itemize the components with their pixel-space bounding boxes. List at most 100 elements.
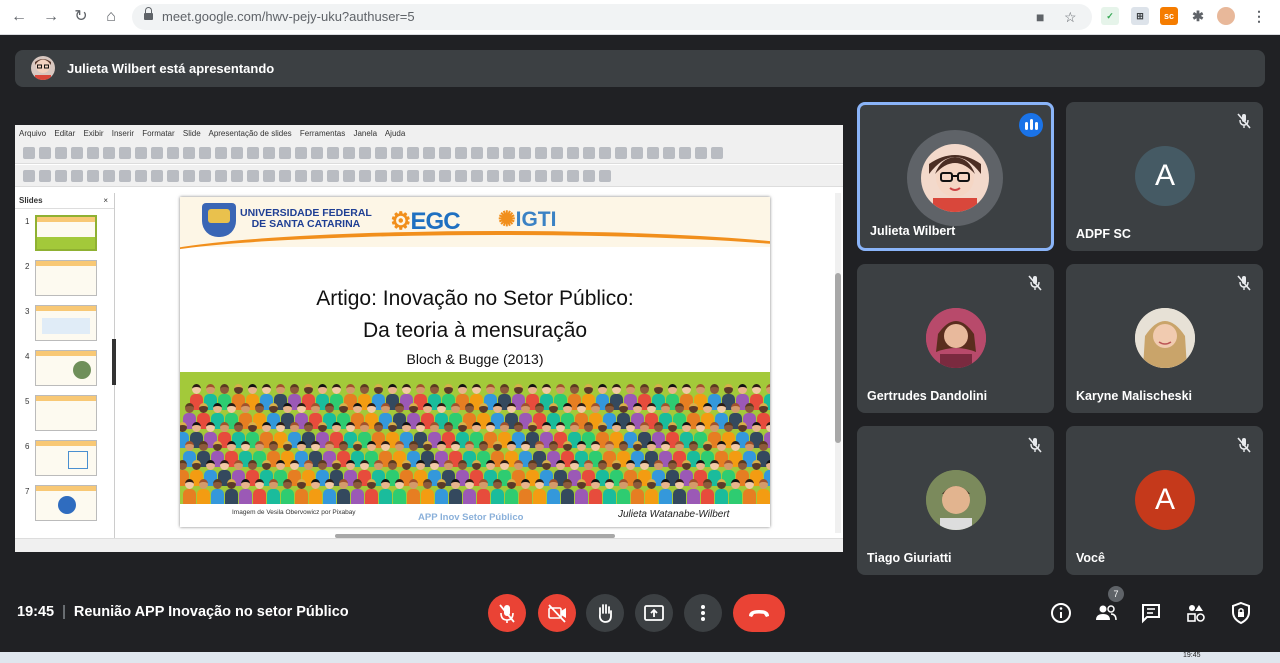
toolbar-button-icon[interactable] bbox=[631, 147, 643, 159]
bookmark-star-icon[interactable]: ☆ bbox=[1064, 9, 1077, 26]
toolbar-button-icon[interactable] bbox=[279, 170, 291, 182]
toolbar-button-icon[interactable] bbox=[103, 147, 115, 159]
participant-tile-adpf[interactable]: A ADPF SC bbox=[1066, 102, 1263, 251]
toolbar-button-icon[interactable] bbox=[359, 147, 371, 159]
toolbar-button-icon[interactable] bbox=[599, 147, 611, 159]
toolbar-button-icon[interactable] bbox=[39, 170, 51, 182]
toolbar-button-icon[interactable] bbox=[295, 170, 307, 182]
toolbar-button-icon[interactable] bbox=[247, 147, 259, 159]
toolbar-button-icon[interactable] bbox=[327, 170, 339, 182]
toolbar-button-icon[interactable] bbox=[55, 170, 67, 182]
toolbar-button-icon[interactable] bbox=[183, 170, 195, 182]
toolbar-button-icon[interactable] bbox=[455, 147, 467, 159]
forward-icon[interactable]: → bbox=[40, 6, 62, 28]
toolbar-button-icon[interactable] bbox=[423, 170, 435, 182]
participant-tile-voce[interactable]: A Você bbox=[1066, 426, 1263, 575]
toolbar-button-icon[interactable] bbox=[183, 147, 195, 159]
toolbar-button-icon[interactable] bbox=[663, 147, 675, 159]
extension-icon-1[interactable]: ✓ bbox=[1101, 7, 1119, 25]
raise-hand-button[interactable] bbox=[586, 594, 624, 632]
toolbar-button-icon[interactable] bbox=[695, 147, 707, 159]
toolbar-button-icon[interactable] bbox=[343, 147, 355, 159]
camera-toggle-button[interactable] bbox=[538, 594, 576, 632]
toolbar-button-icon[interactable] bbox=[231, 147, 243, 159]
toolbar-button-icon[interactable] bbox=[327, 147, 339, 159]
camera-icon[interactable]: ■ bbox=[1036, 9, 1044, 25]
toolbar-button-icon[interactable] bbox=[487, 147, 499, 159]
toolbar-button-icon[interactable] bbox=[135, 147, 147, 159]
toolbar-button-icon[interactable] bbox=[391, 147, 403, 159]
toolbar-button-icon[interactable] bbox=[599, 170, 611, 182]
toolbar-button-icon[interactable] bbox=[263, 170, 275, 182]
reload-icon[interactable]: ↻ bbox=[70, 6, 92, 28]
toolbar-button-icon[interactable] bbox=[615, 147, 627, 159]
toolbar-button-icon[interactable] bbox=[583, 170, 595, 182]
leave-call-button[interactable] bbox=[733, 594, 785, 632]
toolbar-button-icon[interactable] bbox=[119, 170, 131, 182]
toolbar-button-icon[interactable] bbox=[87, 147, 99, 159]
profile-avatar[interactable] bbox=[1217, 7, 1235, 25]
participant-tile-karyne[interactable]: Karyne Malischeski bbox=[1066, 264, 1263, 413]
toolbar-button-icon[interactable] bbox=[519, 147, 531, 159]
toolbar-button-icon[interactable] bbox=[375, 147, 387, 159]
kebab-menu-icon[interactable]: ⋮ bbox=[1250, 7, 1268, 25]
toolbar-button-icon[interactable] bbox=[167, 170, 179, 182]
host-controls-icon[interactable] bbox=[1229, 601, 1253, 625]
toolbar-button-icon[interactable] bbox=[263, 147, 275, 159]
toolbar-button-icon[interactable] bbox=[199, 147, 211, 159]
toolbar-button-icon[interactable] bbox=[567, 170, 579, 182]
back-icon[interactable]: ← bbox=[8, 6, 30, 28]
present-screen-button[interactable] bbox=[635, 594, 673, 632]
toolbar-button-icon[interactable] bbox=[119, 147, 131, 159]
more-options-button[interactable] bbox=[684, 594, 722, 632]
toolbar-button-icon[interactable] bbox=[151, 147, 163, 159]
toolbar-button-icon[interactable] bbox=[647, 147, 659, 159]
info-icon[interactable] bbox=[1049, 601, 1073, 625]
toolbar-button-icon[interactable] bbox=[455, 170, 467, 182]
toolbar-button-icon[interactable] bbox=[551, 170, 563, 182]
participant-tile-gertrudes[interactable]: Gertrudes Dandolini bbox=[857, 264, 1054, 413]
toolbar-button-icon[interactable] bbox=[71, 170, 83, 182]
toolbar-button-icon[interactable] bbox=[487, 170, 499, 182]
toolbar-button-icon[interactable] bbox=[39, 147, 51, 159]
toolbar-button-icon[interactable] bbox=[135, 170, 147, 182]
toolbar-button-icon[interactable] bbox=[215, 170, 227, 182]
toolbar-button-icon[interactable] bbox=[279, 147, 291, 159]
toolbar-button-icon[interactable] bbox=[423, 147, 435, 159]
toolbar-button-icon[interactable] bbox=[247, 170, 259, 182]
toolbar-button-icon[interactable] bbox=[87, 170, 99, 182]
toolbar-button-icon[interactable] bbox=[231, 170, 243, 182]
toolbar-button-icon[interactable] bbox=[103, 170, 115, 182]
toolbar-button-icon[interactable] bbox=[375, 170, 387, 182]
address-bar[interactable]: meet.google.com/hwv-pejy-uku?authuser=5 … bbox=[132, 4, 1092, 30]
toolbar-button-icon[interactable] bbox=[295, 147, 307, 159]
toolbar-button-icon[interactable] bbox=[711, 147, 723, 159]
toolbar-button-icon[interactable] bbox=[167, 147, 179, 159]
toolbar-button-icon[interactable] bbox=[503, 170, 515, 182]
chat-icon[interactable] bbox=[1139, 601, 1163, 625]
toolbar-button-icon[interactable] bbox=[439, 170, 451, 182]
toolbar-button-icon[interactable] bbox=[343, 170, 355, 182]
toolbar-button-icon[interactable] bbox=[311, 147, 323, 159]
toolbar-button-icon[interactable] bbox=[311, 170, 323, 182]
toolbar-button-icon[interactable] bbox=[151, 170, 163, 182]
toolbar-button-icon[interactable] bbox=[503, 147, 515, 159]
toolbar-button-icon[interactable] bbox=[551, 147, 563, 159]
toolbar-button-icon[interactable] bbox=[567, 147, 579, 159]
toolbar-button-icon[interactable] bbox=[407, 170, 419, 182]
toolbar-button-icon[interactable] bbox=[439, 147, 451, 159]
toolbar-button-icon[interactable] bbox=[583, 147, 595, 159]
toolbar-button-icon[interactable] bbox=[471, 170, 483, 182]
extension-icon-3[interactable]: sc bbox=[1160, 7, 1178, 25]
toolbar-button-icon[interactable] bbox=[391, 170, 403, 182]
home-icon[interactable]: ⌂ bbox=[100, 6, 122, 28]
toolbar-button-icon[interactable] bbox=[215, 147, 227, 159]
mic-toggle-button[interactable] bbox=[488, 594, 526, 632]
toolbar-button-icon[interactable] bbox=[471, 147, 483, 159]
activities-icon[interactable] bbox=[1184, 601, 1208, 625]
puzzle-icon[interactable]: ✱ bbox=[1189, 7, 1207, 25]
people-icon[interactable] bbox=[1094, 601, 1118, 625]
toolbar-button-icon[interactable] bbox=[535, 170, 547, 182]
toolbar-button-icon[interactable] bbox=[519, 170, 531, 182]
toolbar-button-icon[interactable] bbox=[535, 147, 547, 159]
